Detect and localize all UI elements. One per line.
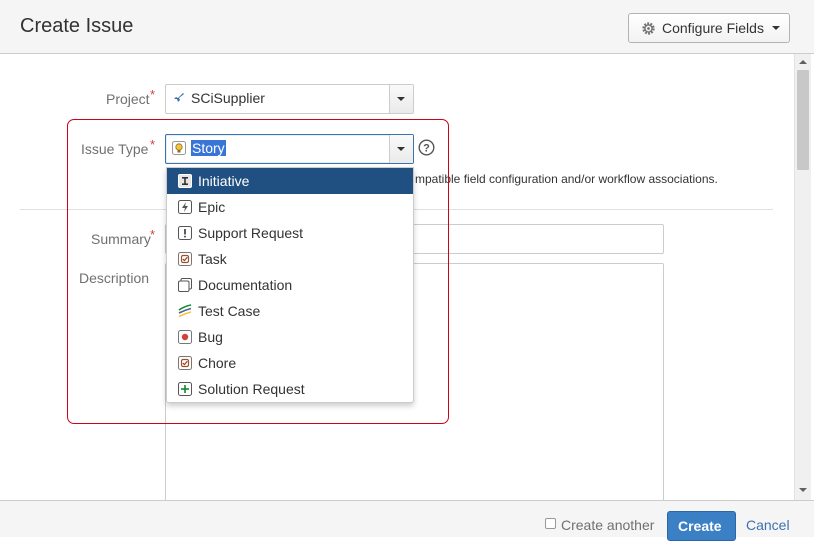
scroll-down-arrow-icon[interactable]	[799, 488, 807, 492]
dialog-header: Create Issue Configure Fields	[0, 0, 814, 54]
summary-required-mark: *	[150, 227, 156, 242]
bug-icon	[178, 330, 192, 344]
scrollbar-thumb[interactable]	[797, 70, 809, 170]
issue-type-option[interactable]: Epic	[167, 194, 413, 220]
vertical-scrollbar[interactable]	[794, 54, 811, 500]
create-another-checkbox[interactable]	[545, 518, 556, 529]
epic-icon	[178, 200, 192, 214]
issue-type-option[interactable]: Support Request	[167, 220, 413, 246]
support-request-icon	[178, 226, 192, 240]
description-label: Description	[79, 270, 150, 286]
project-dropdown-toggle[interactable]	[389, 85, 413, 113]
configure-fields-label: Configure Fields	[662, 20, 764, 36]
issue-type-dropdown-toggle[interactable]	[389, 135, 413, 163]
gear-icon	[642, 22, 655, 35]
task-icon	[178, 252, 192, 266]
create-issue-dialog: Create Issue Configure Fields Project * …	[0, 0, 814, 541]
issue-type-option[interactable]: Task	[167, 246, 413, 272]
issue-type-select-value: Story	[191, 140, 226, 156]
project-rocket-icon	[174, 93, 184, 102]
chevron-down-icon	[397, 147, 405, 151]
issue-type-dropdown-list: Initiative Epic Support Request Task Doc…	[166, 167, 414, 403]
dialog-content: Project * SCiSupplier Issue Type * Story…	[0, 54, 794, 500]
issue-type-option[interactable]: Test Case	[167, 298, 413, 324]
project-select-value: SCiSupplier	[191, 90, 265, 106]
issue-type-option[interactable]: Solution Request	[167, 376, 413, 402]
summary-label: Summary	[91, 231, 151, 247]
documentation-icon	[178, 278, 192, 292]
configure-fields-button[interactable]: Configure Fields	[628, 13, 790, 43]
issue-type-note: mpatible field configuration and/or work…	[415, 172, 718, 186]
chevron-down-icon	[772, 26, 780, 30]
issue-type-label: Issue Type	[81, 141, 149, 157]
chore-icon	[178, 356, 192, 370]
solution-request-icon	[178, 382, 192, 396]
issue-type-select[interactable]: Story	[165, 134, 414, 164]
chevron-down-icon	[397, 97, 405, 101]
story-lightbulb-icon	[172, 141, 186, 155]
issue-type-option[interactable]: Initiative	[167, 168, 413, 194]
initiative-icon	[178, 174, 192, 188]
project-required-mark: *	[150, 87, 156, 102]
dialog-footer: Create another Create Cancel	[0, 500, 814, 541]
svg-text:?: ?	[423, 143, 430, 155]
test-case-icon	[178, 304, 192, 318]
help-icon[interactable]: ?	[418, 139, 435, 156]
cancel-link[interactable]: Cancel	[746, 517, 790, 533]
issue-type-option[interactable]: Documentation	[167, 272, 413, 298]
create-another-label[interactable]: Create another	[561, 517, 654, 533]
project-label: Project	[106, 91, 150, 107]
issue-type-required-mark: *	[150, 137, 156, 152]
issue-type-option[interactable]: Bug	[167, 324, 413, 350]
issue-type-option[interactable]: Chore	[167, 350, 413, 376]
project-select[interactable]: SCiSupplier	[165, 84, 414, 114]
dialog-title: Create Issue	[20, 15, 134, 37]
scroll-up-arrow-icon[interactable]	[799, 60, 807, 64]
